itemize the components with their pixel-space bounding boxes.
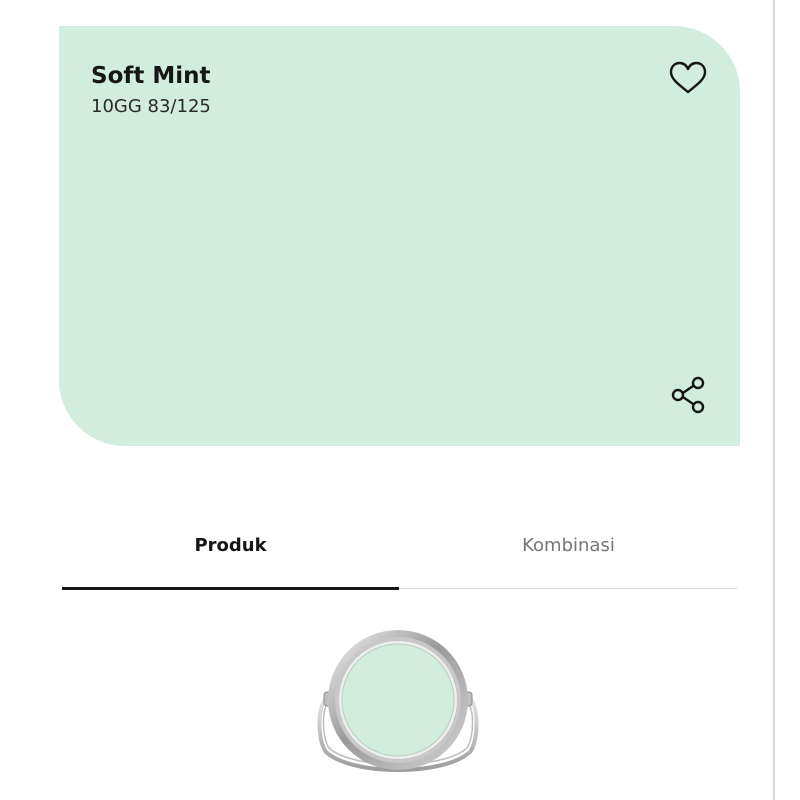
paint-can-image[interactable] — [312, 628, 484, 778]
tab-kombinasi[interactable]: Kombinasi — [400, 515, 737, 575]
scrollbar[interactable] — [773, 0, 775, 800]
share-button[interactable] — [668, 375, 708, 415]
color-name: Soft Mint — [91, 63, 211, 89]
favorite-button[interactable] — [668, 58, 708, 98]
color-detail-page: Soft Mint 10GG 83/125 Produk Kombinasi — [0, 0, 800, 800]
color-code: 10GG 83/125 — [91, 96, 211, 117]
heart-outline-icon — [669, 61, 707, 94]
paint-can-icon — [317, 630, 479, 772]
color-swatch-card: Soft Mint 10GG 83/125 — [59, 26, 740, 446]
share-icon — [671, 376, 705, 414]
tab-produk[interactable]: Produk — [62, 515, 399, 575]
active-tab-indicator — [62, 587, 399, 590]
content-tabs: Produk Kombinasi — [62, 515, 737, 591]
